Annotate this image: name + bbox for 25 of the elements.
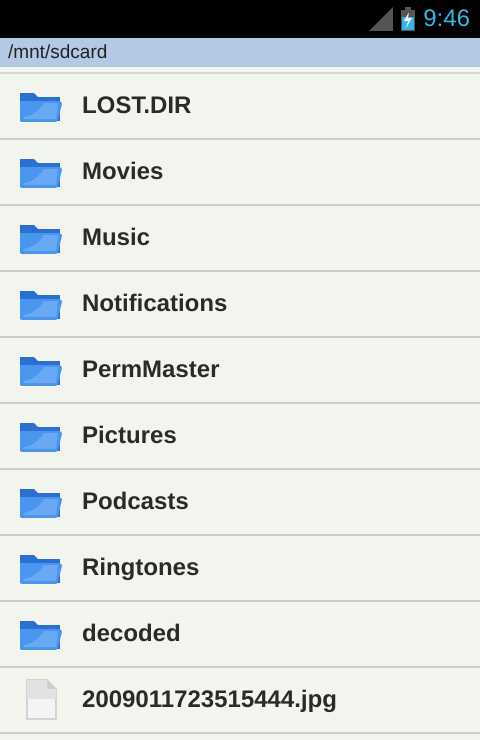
- clock-time: 9:46: [423, 7, 470, 31]
- file-name: Movies: [82, 158, 164, 186]
- file-list-item[interactable]: LOST.DIR: [0, 74, 480, 140]
- file-name: Podcasts: [82, 488, 189, 516]
- battery-icon: [401, 7, 416, 31]
- file-name: LOST.DIR: [82, 92, 192, 120]
- file-name: Music: [82, 224, 150, 252]
- file-name: 2009011723515444.jpg: [82, 686, 337, 714]
- file-icon: [24, 679, 58, 721]
- file-list-item[interactable]: decoded: [0, 602, 480, 668]
- file-name: Notifications: [82, 290, 228, 318]
- file-list-item[interactable]: Movies: [0, 140, 480, 206]
- file-list-item[interactable]: PermMaster: [0, 338, 480, 404]
- path-text: /mnt/sdcard: [8, 42, 108, 64]
- file-list-item[interactable]: 2009011723515444.jpg: [0, 668, 480, 734]
- signal-icon: [369, 7, 394, 31]
- file-list-item[interactable]: Notifications: [0, 272, 480, 338]
- file-name: PermMaster: [82, 356, 220, 384]
- file-list-item[interactable]: Pictures: [0, 404, 480, 470]
- file-name: Pictures: [82, 422, 177, 450]
- file-list-item[interactable]: Music: [0, 206, 480, 272]
- file-list-item[interactable]: Podcasts: [0, 470, 480, 536]
- file-name: decoded: [82, 620, 181, 648]
- file-name: Ringtones: [82, 554, 200, 582]
- file-list-item[interactable]: Ringtones: [0, 536, 480, 602]
